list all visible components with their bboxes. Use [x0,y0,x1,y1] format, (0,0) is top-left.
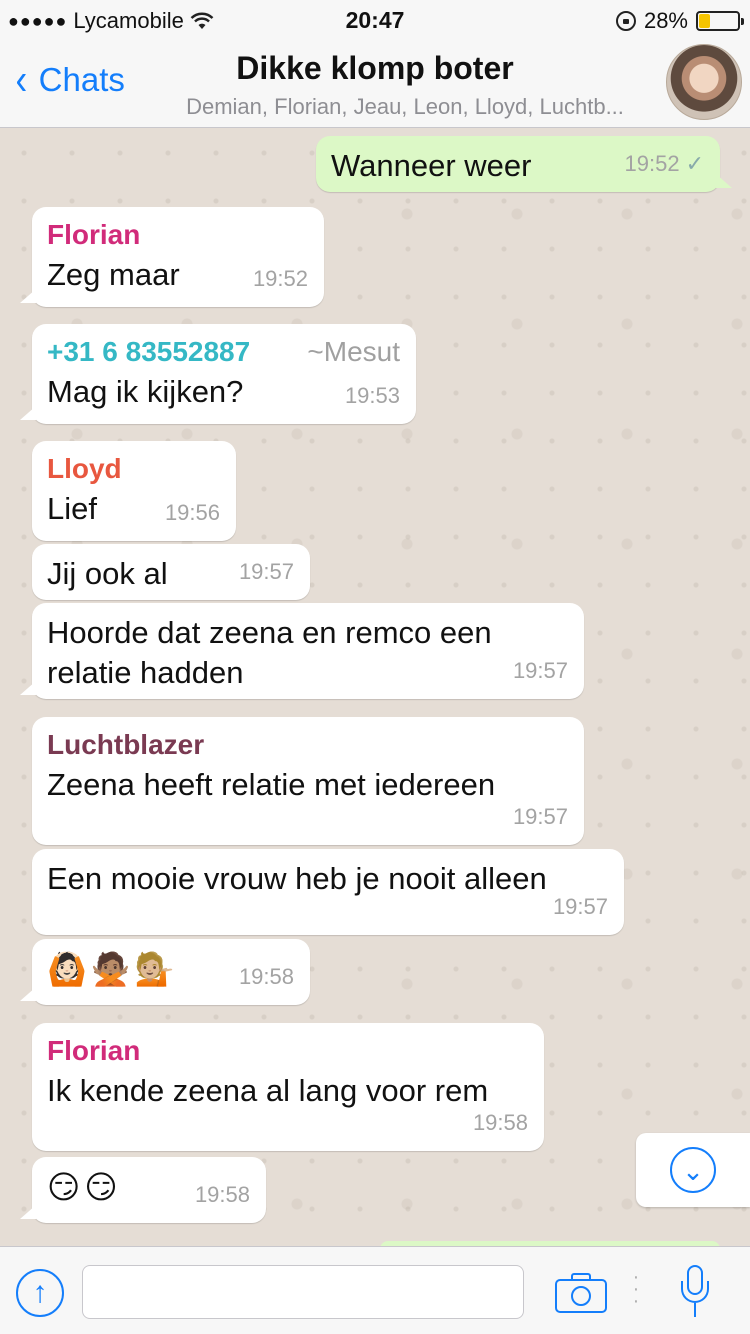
message-bubble[interactable]: Lloyd Lief 19:56 [32,441,236,541]
battery-percent: 28% [643,8,688,33]
sender-line: +31 6 83552887 ~Mesut [47,334,400,370]
message-bubble[interactable]: 😏😏 19:58 [20,1157,266,1223]
chat-header: ‹ Chats Dikke klomp boter Demian, Floria… [0,40,750,128]
group-members[interactable]: Demian, Florian, Jeau, Leon, Lloyd, Luch… [150,94,660,120]
message-bubble[interactable]: Jij ook al 19:57 [32,544,310,600]
message-time: 19:52 ✓ [624,151,705,176]
message-time: 19:57 [512,804,568,829]
message-text: Een mooie vrouw heb je nooit alleen [47,861,547,896]
bubble-tail [20,289,36,303]
sender-alias: ~Mesut [307,336,400,367]
chevron-down-icon: ⌄ [670,1147,716,1193]
back-button[interactable]: ‹ Chats [14,55,125,104]
message-bubble-outgoing[interactable]: Wanneer weer 19:52 ✓ [316,136,732,192]
message-time: 19:52 [252,266,308,291]
status-bar: ●●●●● Lycamobile 20:47 28% [0,0,750,40]
message-bubble[interactable]: Een mooie vrouw heb je nooit alleen 19:5… [32,849,624,935]
message-bubble[interactable]: Luchtblazer Zeena heeft relatie met iede… [32,717,584,845]
sender-phone[interactable]: +31 6 83552887 [47,334,250,370]
sender-name: Lloyd [47,453,122,484]
message-time: 19:57 [512,658,568,683]
group-title[interactable]: Dikke klomp boter [150,50,600,87]
rotation-lock-icon [615,11,636,31]
message-time: 19:57 [238,559,294,584]
bubble-tail [20,1205,36,1219]
bubble-tail [20,987,36,1001]
message-time: 19:57 [552,894,608,919]
message-text: Hoorde dat zeena en remco een relatie ha… [47,615,492,690]
message-text: Ik kende zeena al lang voor rem [47,1073,489,1108]
battery-level [699,14,711,28]
back-label: Chats [38,61,125,98]
bubble-tail [716,174,732,188]
sent-check-icon: ✓ [685,151,704,176]
message-bubble[interactable]: +31 6 83552887 ~Mesut Mag ik kijken? 19:… [20,324,416,424]
message-time: 19:58 [238,964,294,989]
microphone-icon[interactable] [680,1265,710,1321]
chevron-left-icon: ‹ [15,55,28,104]
bubble-tail [20,406,36,420]
message-input-bar: ↑ · · · [0,1246,750,1334]
sender-name: Florian [47,1035,141,1066]
sender-name: Florian [47,219,141,250]
message-text: Zeena heeft relatie met iedereen [47,767,496,802]
separator-dots-icon: · · · [632,1266,640,1312]
message-bubble[interactable]: Hoorde dat zeena en remco een relatie ha… [20,603,584,699]
bubble-tail [20,681,36,695]
message-input[interactable] [82,1265,524,1319]
status-right: 28% [615,8,744,34]
message-time: 19:58 [472,1110,528,1135]
message-time: 19:53 [344,383,400,408]
arrow-up-circle-icon[interactable]: ↑ [16,1269,64,1317]
sender-name: Luchtblazer [47,729,205,760]
message-bubble[interactable]: 🙆🏻🙅🏽💁🏼 19:58 [20,939,310,1005]
group-avatar[interactable] [666,44,742,120]
message-bubble[interactable]: Florian Ik kende zeena al lang voor rem … [32,1023,544,1151]
camera-icon[interactable] [555,1271,607,1313]
message-time: 19:58 [194,1182,250,1207]
message-list[interactable]: Wanneer weer 19:52 ✓ Florian Zeg maar 19:… [0,129,750,1246]
scroll-to-bottom-button[interactable]: ⌄ [636,1133,750,1207]
message-time: 19:56 [164,500,220,525]
battery-icon [696,11,744,31]
message-bubble[interactable]: Florian Zeg maar 19:52 [20,207,324,307]
